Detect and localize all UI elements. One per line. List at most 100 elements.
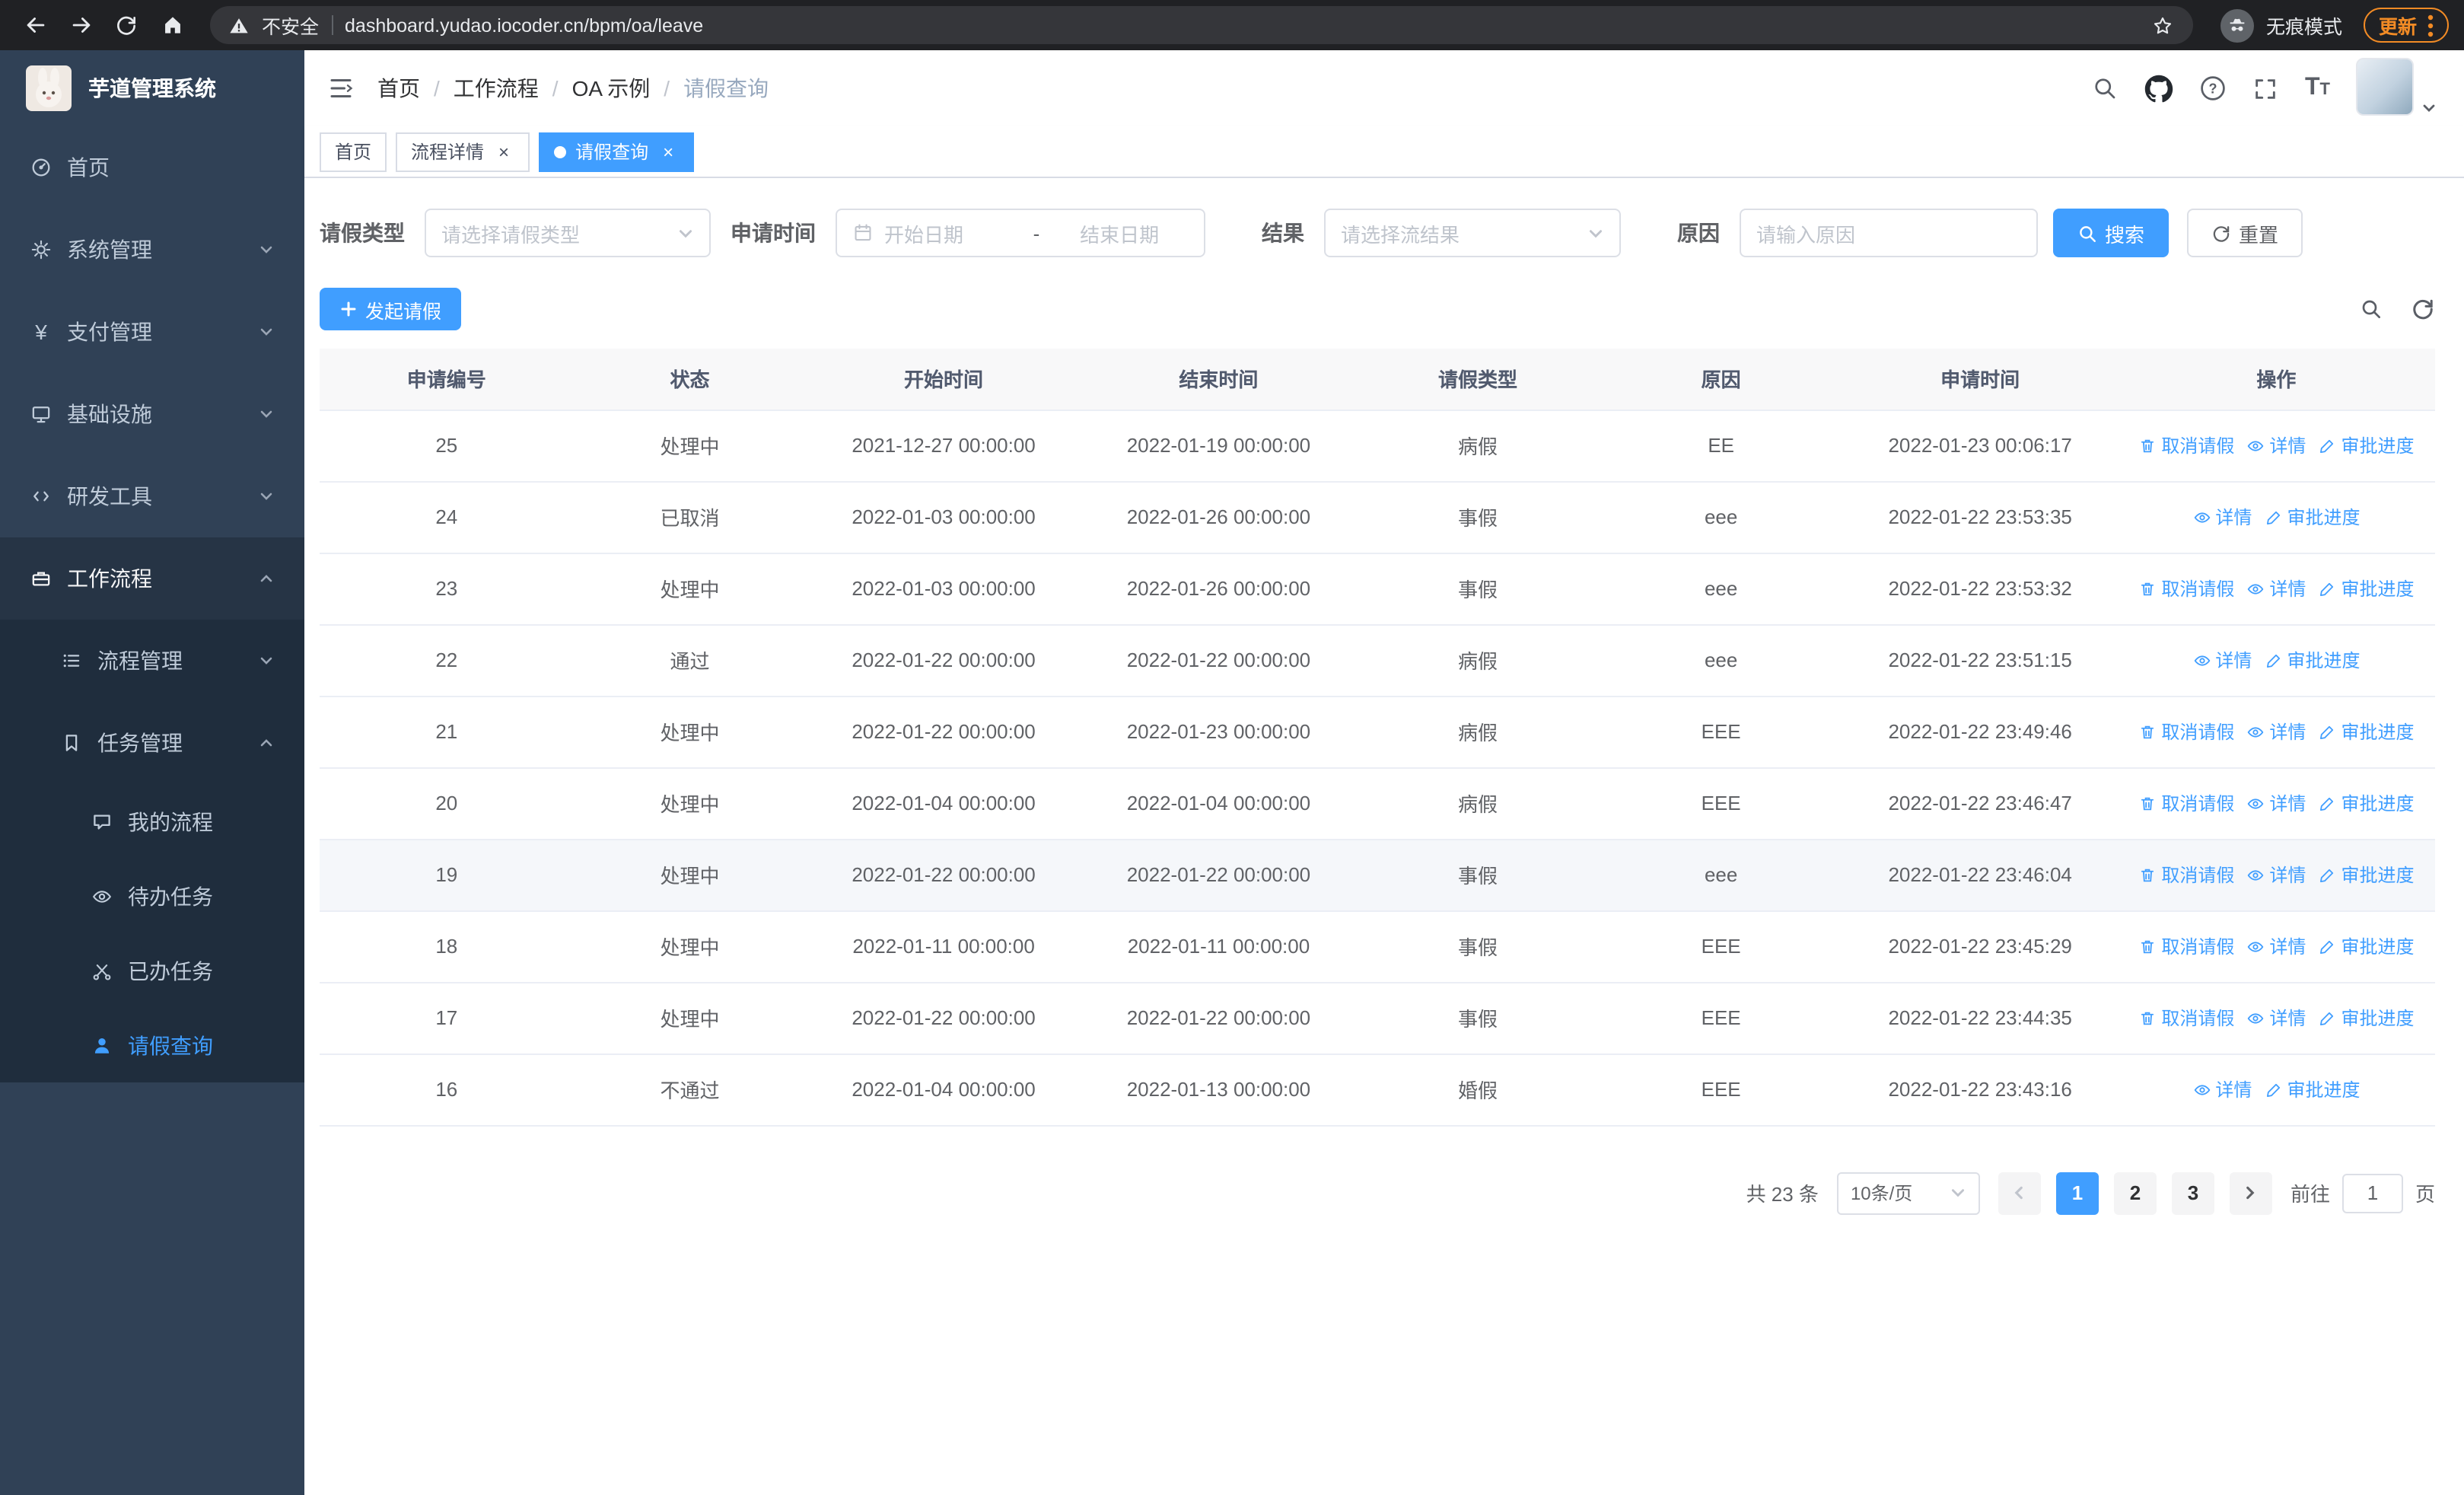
cell-end: 2022-01-22 00:00:00 <box>1081 839 1357 911</box>
cell-end: 2022-01-22 00:00:00 <box>1081 624 1357 696</box>
sidebar-item-my-process[interactable]: 我的流程 <box>0 784 304 859</box>
leave-type-select[interactable]: 请选择请假类型 <box>425 209 711 257</box>
sidebar-item-todo-tasks[interactable]: 待办任务 <box>0 859 304 933</box>
cell-start: 2021-12-27 00:00:00 <box>806 410 1081 482</box>
approval-progress-link[interactable]: 审批进度 <box>2318 933 2414 959</box>
create-leave-label: 发起请假 <box>365 301 442 322</box>
address-bar[interactable]: 不安全 dashboard.yudao.iocoder.cn/bpm/oa/le… <box>210 6 2193 44</box>
fullscreen-button[interactable] <box>2253 75 2279 101</box>
breadcrumb-item-workflow[interactable]: 工作流程 <box>454 73 539 104</box>
reset-button[interactable]: 重置 <box>2187 209 2303 257</box>
page-button-2[interactable]: 2 <box>2113 1171 2157 1214</box>
cell-id: 19 <box>320 839 574 911</box>
detail-link[interactable]: 详情 <box>2246 862 2306 888</box>
edit-icon <box>2320 582 2334 596</box>
detail-link[interactable]: 详情 <box>2192 647 2252 673</box>
cell-type: 事假 <box>1356 982 1600 1054</box>
approval-progress-link[interactable]: 审批进度 <box>2318 575 2414 601</box>
browser-home-button[interactable] <box>152 5 192 45</box>
detail-link[interactable]: 详情 <box>2246 1005 2306 1031</box>
detail-link[interactable]: 详情 <box>2246 933 2306 959</box>
detail-link[interactable]: 详情 <box>2246 575 2306 601</box>
approval-progress-link[interactable]: 审批进度 <box>2264 1076 2360 1102</box>
sidebar-item-process-mgmt[interactable]: 流程管理 <box>0 620 304 702</box>
bookmark-star-icon[interactable] <box>2150 13 2175 37</box>
approval-progress-link[interactable]: 审批进度 <box>2318 432 2414 458</box>
cancel-leave-link[interactable]: 取消请假 <box>2138 575 2234 601</box>
tab-leave-query[interactable]: 请假查询 × <box>539 132 695 171</box>
browser-back-button[interactable] <box>15 5 55 45</box>
detail-link[interactable]: 详情 <box>2246 432 2306 458</box>
cell-id: 16 <box>320 1054 574 1126</box>
sidebar-item-system[interactable]: 系统管理 <box>0 209 304 291</box>
cancel-leave-link[interactable]: 取消请假 <box>2138 862 2234 888</box>
font-size-button[interactable]: TT <box>2304 75 2330 100</box>
apply-time-range-picker[interactable]: 开始日期 - 结束日期 <box>836 209 1205 257</box>
help-button[interactable]: ? <box>2200 75 2227 102</box>
sidebar-item-workflow[interactable]: 工作流程 <box>0 537 304 620</box>
browser-update-button[interactable]: 更新 <box>2363 8 2449 43</box>
approval-progress-link[interactable]: 审批进度 <box>2264 504 2360 530</box>
github-link[interactable] <box>2145 74 2174 103</box>
user-menu[interactable] <box>2356 58 2437 119</box>
cell-reason: EEE <box>1599 696 1843 768</box>
approval-progress-link[interactable]: 审批进度 <box>2318 862 2414 888</box>
create-leave-button[interactable]: 发起请假 <box>320 288 462 330</box>
app-logo[interactable]: 芋道管理系统 <box>0 50 304 126</box>
browser-reload-button[interactable] <box>107 5 146 45</box>
refresh-icon[interactable] <box>2411 297 2435 321</box>
goto-page-input[interactable] <box>2341 1173 2403 1213</box>
browser-forward-button[interactable] <box>61 5 100 45</box>
cancel-leave-link[interactable]: 取消请假 <box>2138 790 2234 816</box>
detail-link[interactable]: 详情 <box>2246 719 2306 744</box>
tab-process-detail[interactable]: 流程详情 × <box>396 132 530 171</box>
chevron-down-icon <box>1589 229 1603 237</box>
prev-page-button[interactable] <box>1998 1171 2041 1214</box>
tab-home[interactable]: 首页 <box>320 132 387 171</box>
approval-progress-link[interactable]: 审批进度 <box>2318 1005 2414 1031</box>
page-button-3[interactable]: 3 <box>2171 1171 2214 1214</box>
close-icon[interactable]: × <box>493 141 514 162</box>
cell-status: 处理中 <box>573 767 807 840</box>
cell-status: 处理中 <box>573 410 807 482</box>
cancel-leave-link[interactable]: 取消请假 <box>2138 432 2234 458</box>
sidebar-collapse-button[interactable] <box>304 50 377 126</box>
font-size-icon: T <box>2304 75 2320 100</box>
page-size-select[interactable]: 10条/页 <box>1836 1171 1980 1214</box>
kebab-menu-icon[interactable] <box>2427 13 2434 37</box>
global-search-button[interactable] <box>2092 75 2119 102</box>
toggle-search-icon[interactable] <box>2359 297 2383 321</box>
result-select[interactable]: 请选择流结果 <box>1324 209 1621 257</box>
approval-progress-link[interactable]: 审批进度 <box>2318 719 2414 744</box>
eye-icon <box>2194 1084 2210 1095</box>
search-button[interactable]: 搜索 <box>2053 209 2170 257</box>
cancel-leave-link[interactable]: 取消请假 <box>2138 1005 2234 1031</box>
detail-link[interactable]: 详情 <box>2246 790 2306 816</box>
sidebar-item-task-mgmt[interactable]: 任务管理 <box>0 702 304 784</box>
github-icon <box>2145 74 2174 102</box>
detail-link[interactable]: 详情 <box>2192 1076 2252 1102</box>
close-icon[interactable]: × <box>657 141 679 162</box>
reason-input[interactable]: 请输入原因 <box>1740 209 2038 257</box>
sidebar-item-leave-query[interactable]: 请假查询 <box>0 1008 304 1082</box>
approval-progress-link[interactable]: 审批进度 <box>2264 647 2360 673</box>
cancel-leave-link[interactable]: 取消请假 <box>2138 719 2234 744</box>
detail-link[interactable]: 详情 <box>2192 504 2252 530</box>
cell-end: 2022-01-23 00:00:00 <box>1081 696 1357 768</box>
sidebar-item-done-tasks[interactable]: 已办任务 <box>0 933 304 1008</box>
sidebar-item-devtools[interactable]: 研发工具 <box>0 455 304 537</box>
breadcrumb-item-home[interactable]: 首页 <box>377 73 420 104</box>
sidebar-item-home[interactable]: 首页 <box>0 126 304 209</box>
sidebar-item-payment[interactable]: ¥ 支付管理 <box>0 291 304 373</box>
approval-progress-link[interactable]: 审批进度 <box>2318 790 2414 816</box>
table-row: 16 不通过 2022-01-04 00:00:00 2022-01-13 00:00… <box>320 1054 2435 1126</box>
breadcrumb-item-oa-example[interactable]: OA 示例 <box>572 73 651 104</box>
next-page-button[interactable] <box>2229 1171 2272 1214</box>
cell-id: 24 <box>320 481 574 553</box>
cell-end: 2022-01-26 00:00:00 <box>1081 553 1357 625</box>
app-logo-image <box>26 65 72 111</box>
cancel-leave-link[interactable]: 取消请假 <box>2138 933 2234 959</box>
incognito-label: 无痕模式 <box>2265 17 2342 38</box>
sidebar-item-infra[interactable]: 基础设施 <box>0 373 304 455</box>
page-button-1[interactable]: 1 <box>2055 1171 2099 1214</box>
